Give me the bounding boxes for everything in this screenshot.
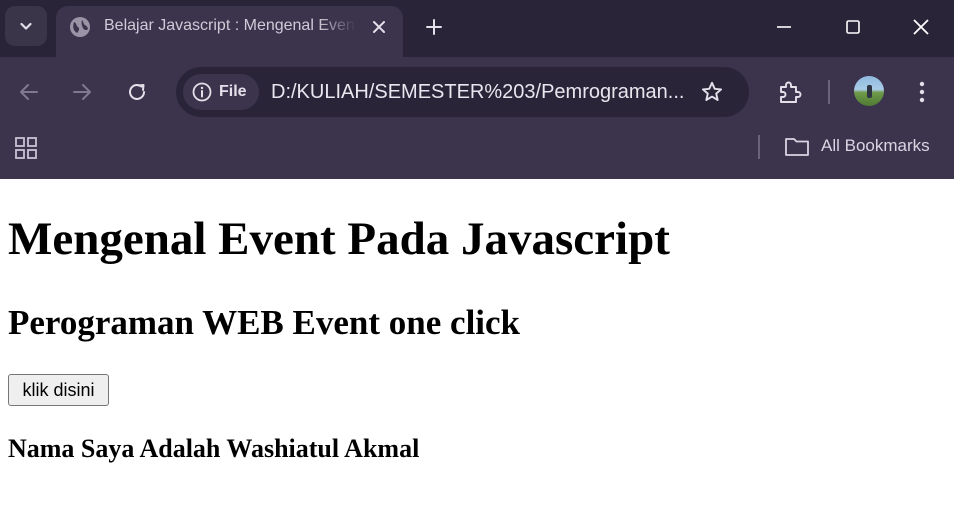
forward-button[interactable] — [67, 77, 97, 107]
page-content: Mengenal Event Pada Javascript Perograma… — [0, 179, 954, 505]
tab-search-button[interactable] — [5, 6, 47, 46]
globe-icon — [70, 17, 90, 37]
click-here-button[interactable]: klik disini — [8, 374, 109, 406]
tab-title: Belajar Javascript : Mengenal Event Pada… — [104, 17, 356, 34]
maximize-icon — [846, 20, 860, 34]
all-bookmarks-label: All Bookmarks — [821, 136, 930, 155]
bookmarks-separator — [758, 135, 760, 159]
result-text: Nama Saya Adalah Washiatul Akmal — [8, 434, 420, 463]
site-info-label: File — [219, 83, 247, 100]
reload-button[interactable] — [122, 77, 152, 107]
extensions-button[interactable] — [775, 77, 805, 107]
browser-menu-button[interactable] — [907, 77, 937, 107]
address-bar[interactable]: File D:/KULIAH/SEMESTER%203/Pemrograman.… — [176, 67, 749, 117]
close-window-button[interactable] — [906, 12, 936, 42]
kebab-menu-icon — [919, 81, 925, 103]
tab-strip: Belajar Javascript : Mengenal Event Pada… — [0, 0, 954, 57]
chevron-down-icon — [20, 22, 32, 30]
back-button[interactable] — [14, 77, 44, 107]
apps-grid-icon[interactable] — [14, 136, 40, 162]
tab-close-button[interactable] — [368, 16, 390, 38]
avatar-figure — [867, 85, 872, 98]
reload-icon — [129, 83, 145, 100]
url-text[interactable]: D:/KULIAH/SEMESTER%203/Pemrograman... — [271, 81, 686, 104]
star-icon — [701, 81, 723, 101]
puzzle-icon — [780, 81, 802, 103]
avatar[interactable] — [854, 76, 884, 106]
minimize-button[interactable] — [769, 12, 799, 42]
minimize-icon — [777, 26, 791, 28]
new-tab-button[interactable] — [421, 14, 447, 40]
close-icon — [913, 19, 929, 35]
folder-icon — [785, 138, 809, 156]
toolbar-separator — [828, 80, 830, 104]
arrow-left-icon — [20, 84, 38, 100]
site-info-button[interactable]: File — [183, 74, 259, 110]
bookmarks-bar: All Bookmarks — [0, 127, 954, 179]
page-subtitle: Perograman WEB Event one click — [8, 303, 521, 342]
page-title: Mengenal Event Pada Javascript — [8, 213, 670, 265]
arrow-right-icon — [73, 84, 91, 100]
active-tab[interactable]: Belajar Javascript : Mengenal Event Pada… — [56, 6, 403, 57]
bookmark-star-button[interactable] — [699, 79, 725, 105]
close-icon — [373, 21, 385, 33]
browser-toolbar: File D:/KULIAH/SEMESTER%203/Pemrograman.… — [0, 57, 954, 127]
plus-icon — [426, 19, 442, 35]
all-bookmarks-button[interactable]: All Bookmarks — [784, 134, 930, 158]
info-icon — [192, 82, 212, 102]
maximize-button[interactable] — [838, 12, 868, 42]
